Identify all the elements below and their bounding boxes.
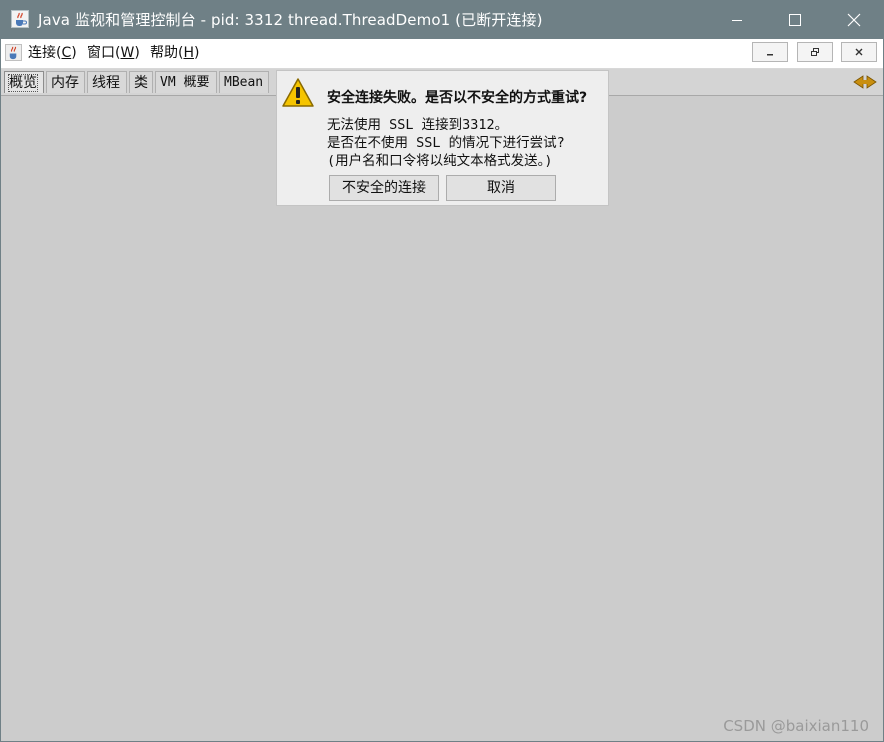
menu-connection-mnemonic: C (61, 45, 72, 61)
java-cup-icon[interactable] (5, 44, 22, 61)
tab-classes[interactable]: 类 (129, 71, 153, 93)
menu-help-mnemonic: H (183, 45, 194, 61)
dialog-message-line2: 是否在不使用 SSL 的情况下进行尝试? (327, 135, 565, 151)
title-bar[interactable]: Java 监视和管理控制台 - pid: 3312 thread.ThreadD… (1, 1, 883, 39)
menu-window-suffix: ) (134, 45, 140, 61)
tab-threads-label: 线程 (92, 75, 120, 91)
menu-window-label: 窗口( (87, 45, 121, 61)
minimize-icon (767, 54, 773, 56)
tab-mbean[interactable]: MBean (219, 71, 269, 93)
warning-triangle-icon (281, 77, 315, 109)
close-button[interactable] (825, 1, 883, 39)
minimize-button[interactable] (708, 1, 766, 39)
menu-connection-suffix: ) (71, 45, 77, 61)
menu-connection-label: 连接( (28, 45, 62, 61)
tab-memory[interactable]: 内存 (46, 71, 85, 93)
maximize-icon (789, 14, 801, 26)
tab-memory-label: 内存 (51, 75, 79, 91)
menu-bar: 连接(C) 窗口(W) 帮助(H) (1, 39, 883, 69)
tab-threads[interactable]: 线程 (87, 71, 127, 93)
ssl-retry-dialog: 安全连接失败。是否以不安全的方式重试? 无法使用 SSL 连接到3312。 是否… (276, 70, 609, 206)
internal-restore-button[interactable] (797, 42, 833, 62)
internal-minimize-button[interactable] (752, 42, 788, 62)
menu-connection[interactable]: 连接(C) (28, 45, 77, 62)
internal-close-button[interactable] (841, 42, 877, 62)
window-title: Java 监视和管理控制台 - pid: 3312 thread.ThreadD… (38, 11, 543, 29)
menu-help[interactable]: 帮助(H) (150, 45, 199, 62)
menu-window-mnemonic: W (120, 45, 135, 61)
tab-scroll-arrows-icon[interactable] (853, 74, 877, 90)
dialog-message-line3: (用户名和口令将以纯文本格式发送。) (327, 153, 553, 169)
jconsole-window: Java 监视和管理控制台 - pid: 3312 thread.ThreadD… (0, 0, 884, 742)
tab-vm-summary-label: VM 概要 (160, 75, 210, 90)
dialog-heading: 安全连接失败。是否以不安全的方式重试? (327, 90, 588, 106)
watermark: CSDN @baixian110 (723, 717, 869, 735)
tab-overview[interactable]: 概览 (4, 71, 44, 93)
restore-icon (811, 48, 819, 56)
menu-window[interactable]: 窗口(W) (87, 45, 140, 62)
tab-vm-summary[interactable]: VM 概要 (155, 71, 217, 93)
tab-classes-label: 类 (134, 75, 148, 91)
menu-help-label: 帮助( (150, 45, 184, 61)
close-icon (855, 48, 863, 56)
dialog-message-line1: 无法使用 SSL 连接到3312。 (327, 117, 509, 133)
minimize-icon (732, 20, 742, 21)
cancel-button[interactable]: 取消 (446, 175, 556, 201)
java-cup-icon[interactable] (11, 10, 29, 28)
tab-mbean-label: MBean (224, 75, 264, 90)
close-icon (847, 13, 861, 27)
tab-overview-label: 概览 (8, 74, 38, 92)
maximize-button[interactable] (766, 1, 824, 39)
insecure-connection-button[interactable]: 不安全的连接 (329, 175, 439, 201)
menu-help-suffix: ) (194, 45, 200, 61)
